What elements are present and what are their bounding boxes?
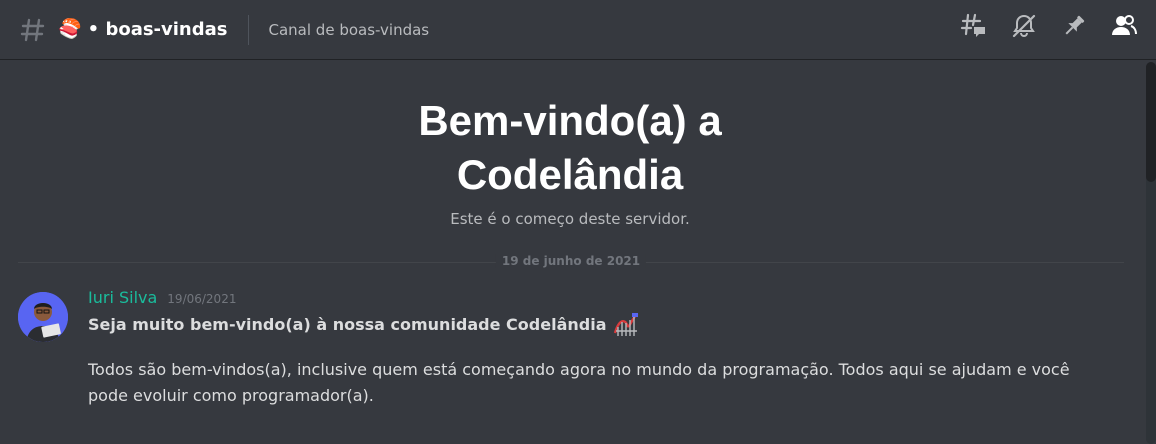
channel-name: • boas-vindas xyxy=(87,19,228,40)
hash-icon xyxy=(20,17,46,43)
welcome-subtitle: Este é o começo deste servidor. xyxy=(450,210,690,228)
message-timestamp: 19/06/2021 xyxy=(167,292,237,306)
date-separator-label: 19 de junho de 2021 xyxy=(495,254,647,268)
member-list-icon[interactable] xyxy=(1110,12,1138,40)
notifications-muted-icon[interactable] xyxy=(1010,12,1038,40)
header-toolbar xyxy=(960,12,1138,40)
author-name[interactable]: Iuri Silva xyxy=(88,288,157,307)
welcome-title: Bem-vindo(a) a Codelândia xyxy=(418,97,722,198)
channel-header: 🍣 • boas-vindas Canal de boas-vindas xyxy=(0,0,1156,60)
channel-topic[interactable]: Canal de boas-vindas xyxy=(269,21,430,39)
message-body: Iuri Silva 19/06/2021 Seja muito bem-vin… xyxy=(88,288,1118,409)
header-divider xyxy=(247,14,249,45)
message-header: Iuri Silva 19/06/2021 xyxy=(88,288,1118,307)
scrollbar-thumb[interactable] xyxy=(1146,62,1156,182)
sushi-emoji-icon: 🍣 xyxy=(58,18,82,40)
pin-icon[interactable] xyxy=(1060,12,1088,40)
date-separator: 19 de junho de 2021 xyxy=(18,254,1124,272)
message-headline: Seja muito bem-vindo(a) à nossa comunida… xyxy=(88,311,1118,337)
message-headline-text: Seja muito bem-vindo(a) à nossa comunida… xyxy=(88,314,607,334)
roller-coaster-icon xyxy=(613,311,639,337)
threads-icon[interactable] xyxy=(960,12,988,40)
welcome-section: Bem-vindo(a) a Codelândia Este é o começ… xyxy=(0,94,1140,228)
avatar[interactable] xyxy=(18,292,68,342)
message-text: Todos são bem-vindos(a), inclusive quem … xyxy=(88,360,1070,405)
